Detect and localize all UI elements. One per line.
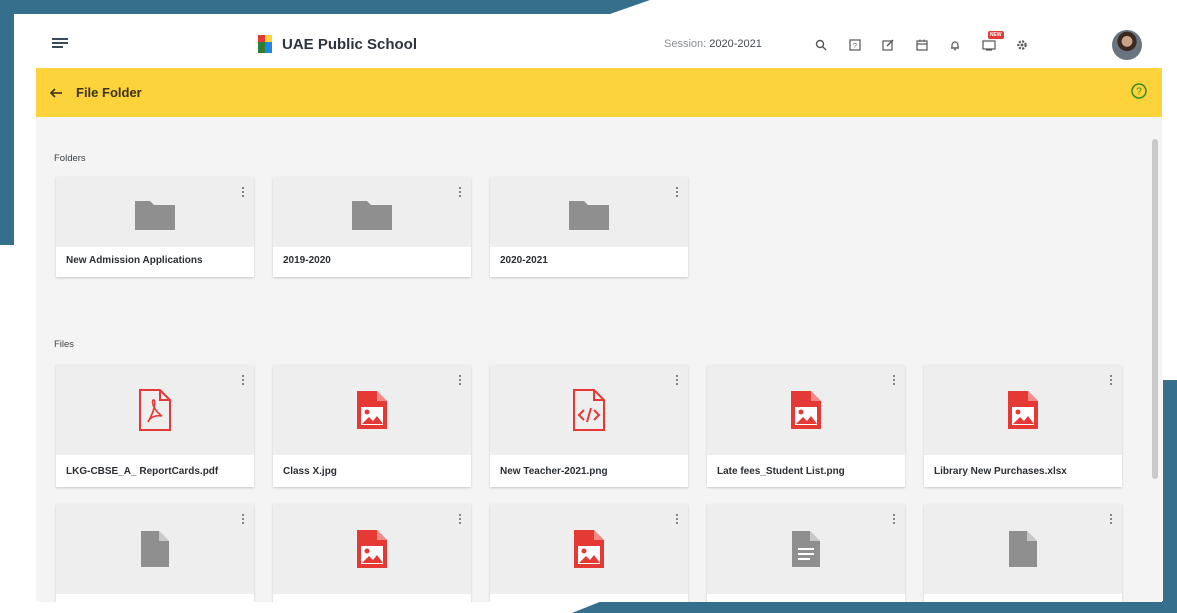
more-options-icon[interactable] bbox=[457, 373, 463, 387]
more-options-icon[interactable] bbox=[240, 185, 246, 199]
more-options-icon[interactable] bbox=[891, 512, 897, 526]
image-file-icon bbox=[791, 391, 821, 429]
files-section-label: Files bbox=[54, 339, 75, 350]
file-thumbnail bbox=[490, 504, 688, 594]
more-options-icon[interactable] bbox=[1108, 512, 1114, 526]
help-desk-icon[interactable]: ? bbox=[844, 34, 866, 56]
more-options-icon[interactable] bbox=[457, 512, 463, 526]
file-name: Library New Purchases.xlsx bbox=[934, 466, 1067, 477]
settings-gear-icon[interactable] bbox=[1011, 34, 1033, 56]
more-options-icon[interactable] bbox=[1108, 373, 1114, 387]
code-file-icon bbox=[573, 389, 605, 431]
file-thumbnail bbox=[924, 365, 1122, 455]
search-icon[interactable] bbox=[810, 34, 832, 56]
page-header: File Folder ? bbox=[36, 68, 1162, 117]
decorative-frame-bottom bbox=[572, 601, 1177, 613]
more-options-icon[interactable] bbox=[240, 512, 246, 526]
more-options-icon[interactable] bbox=[240, 373, 246, 387]
file-name: Class X.jpg bbox=[283, 466, 337, 477]
image-file-icon bbox=[357, 391, 387, 429]
image-file-icon bbox=[1008, 391, 1038, 429]
file-thumbnail bbox=[707, 365, 905, 455]
user-avatar[interactable] bbox=[1112, 30, 1142, 60]
more-options-icon[interactable] bbox=[674, 185, 680, 199]
folder-card[interactable]: New Admission Applications bbox=[56, 177, 254, 277]
calendar-icon[interactable] bbox=[911, 34, 933, 56]
file-card[interactable]: New Teacher-2021.png bbox=[490, 365, 688, 487]
file-card[interactable] bbox=[490, 504, 688, 602]
file-thumbnail bbox=[707, 504, 905, 594]
generic-file-icon bbox=[1009, 531, 1037, 567]
session-indicator[interactable]: Session: 2020-2021 bbox=[664, 38, 762, 50]
folder-card[interactable]: 2020-2021 bbox=[490, 177, 688, 277]
svg-text:?: ? bbox=[1136, 87, 1142, 98]
more-options-icon[interactable] bbox=[674, 512, 680, 526]
folder-name: 2020-2021 bbox=[500, 255, 548, 266]
file-card[interactable]: LKG-CBSE_A_ ReportCards.pdf bbox=[56, 365, 254, 487]
page-title: File Folder bbox=[76, 85, 142, 100]
toolbar-icons: ? NEW bbox=[810, 31, 1045, 56]
document-file-icon bbox=[792, 531, 820, 567]
file-card[interactable] bbox=[924, 504, 1122, 602]
top-navbar: UAE Public School Session: 2020-2021 ? N… bbox=[36, 22, 1162, 68]
more-options-icon[interactable] bbox=[891, 373, 897, 387]
more-options-icon[interactable] bbox=[457, 185, 463, 199]
new-badge: NEW bbox=[987, 31, 1004, 39]
folders-section-label: Folders bbox=[54, 153, 86, 164]
file-name: LKG-CBSE_A_ ReportCards.pdf bbox=[66, 466, 219, 477]
notification-bell-icon[interactable] bbox=[944, 34, 966, 56]
file-card[interactable] bbox=[56, 504, 254, 602]
edit-icon[interactable] bbox=[877, 34, 899, 56]
folder-name: New Admission Applications bbox=[66, 255, 203, 266]
file-thumbnail bbox=[490, 365, 688, 455]
file-card[interactable]: Late fees_Student List.png bbox=[707, 365, 905, 487]
school-logo-icon bbox=[258, 35, 272, 53]
file-card[interactable] bbox=[707, 504, 905, 602]
file-thumbnail bbox=[56, 504, 254, 594]
decorative-frame-top bbox=[0, 0, 650, 14]
image-file-icon bbox=[574, 530, 604, 568]
decorative-frame-right bbox=[1163, 380, 1177, 613]
session-value: 2020-2021 bbox=[709, 38, 762, 50]
folder-thumbnail bbox=[273, 177, 471, 247]
folder-icon bbox=[135, 201, 175, 230]
more-options-icon[interactable] bbox=[674, 373, 680, 387]
brand: UAE Public School bbox=[258, 35, 417, 53]
folder-card[interactable]: 2019-2020 bbox=[273, 177, 471, 277]
image-file-icon bbox=[357, 530, 387, 568]
file-browser: Folders New Admission Applications 2019-… bbox=[36, 117, 1144, 602]
file-thumbnail bbox=[924, 504, 1122, 594]
folder-thumbnail bbox=[56, 177, 254, 247]
file-thumbnail bbox=[273, 504, 471, 594]
folder-icon bbox=[569, 201, 609, 230]
school-name: UAE Public School bbox=[282, 35, 418, 53]
back-arrow-icon[interactable] bbox=[48, 84, 66, 102]
generic-file-icon bbox=[141, 531, 169, 567]
session-label: Session: bbox=[664, 38, 707, 50]
file-card[interactable]: Class X.jpg bbox=[273, 365, 471, 487]
hamburger-menu-icon[interactable] bbox=[52, 36, 68, 52]
file-name: Late fees_Student List.png bbox=[717, 466, 845, 477]
decorative-frame-left bbox=[0, 0, 14, 245]
file-card[interactable]: Library New Purchases.xlsx bbox=[924, 365, 1122, 487]
pdf-file-icon bbox=[139, 389, 171, 431]
file-card[interactable] bbox=[273, 504, 471, 602]
folder-thumbnail bbox=[490, 177, 688, 247]
app-window: UAE Public School Session: 2020-2021 ? N… bbox=[36, 22, 1162, 602]
file-name: New Teacher-2021.png bbox=[500, 466, 608, 477]
whats-new-icon[interactable]: NEW bbox=[978, 31, 1004, 56]
vertical-scrollbar[interactable] bbox=[1152, 139, 1158, 479]
folder-icon bbox=[352, 201, 392, 230]
file-thumbnail bbox=[56, 365, 254, 455]
file-thumbnail bbox=[273, 365, 471, 455]
folder-name: 2019-2020 bbox=[283, 255, 331, 266]
svg-text:?: ? bbox=[853, 43, 857, 50]
help-circle-icon[interactable]: ? bbox=[1130, 82, 1148, 100]
